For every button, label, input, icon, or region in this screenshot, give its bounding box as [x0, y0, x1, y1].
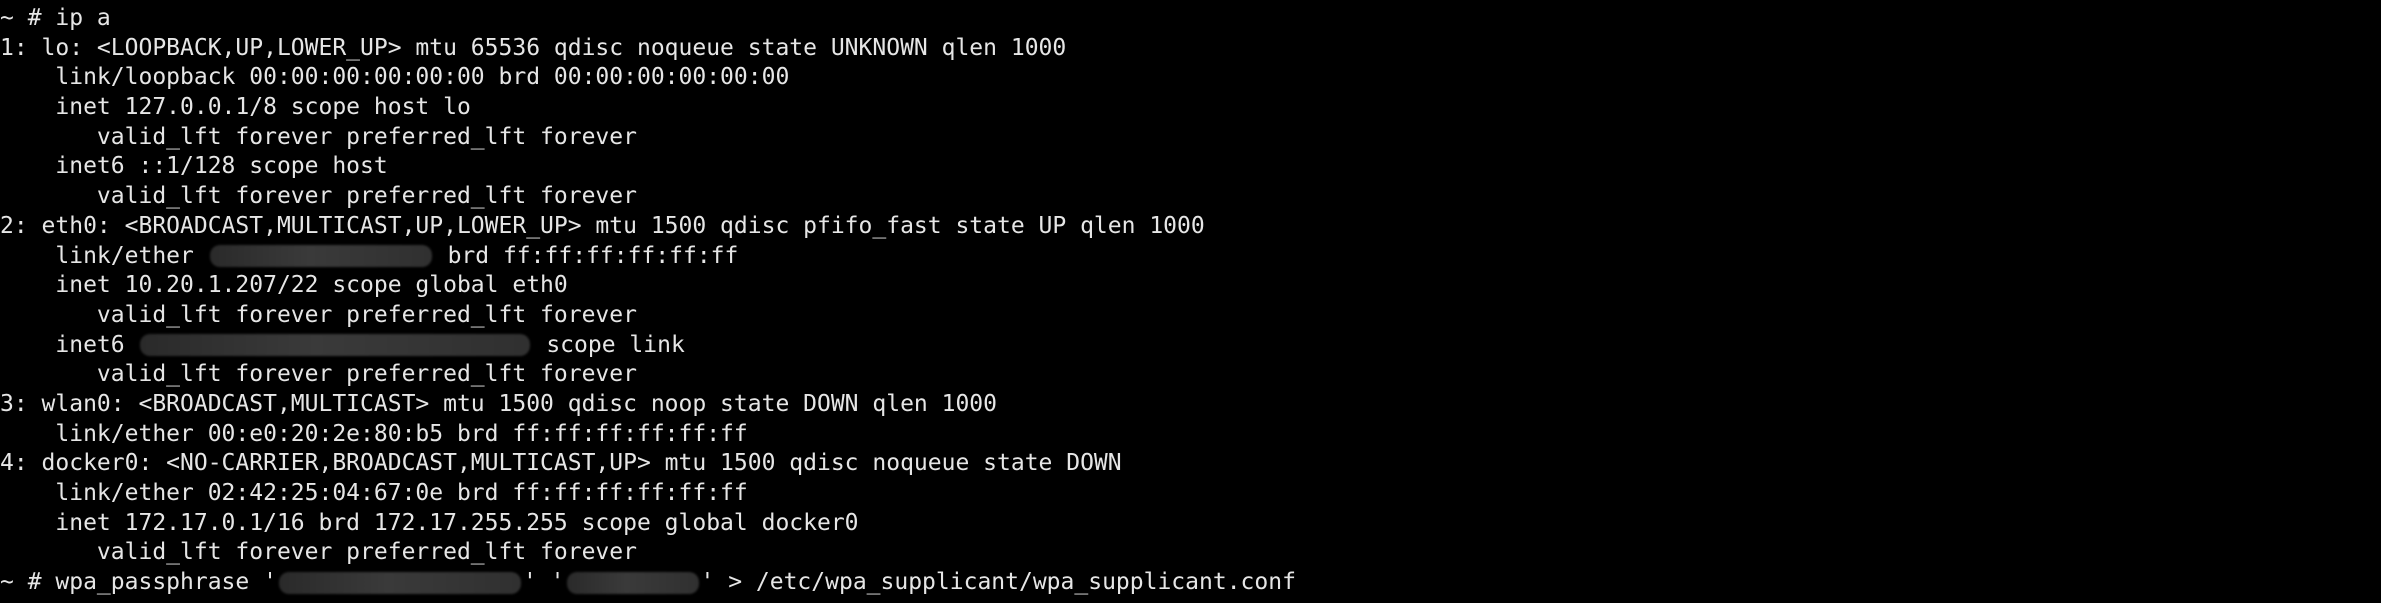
- command-text: ' > /etc/wpa_supplicant/wpa_supplicant.c…: [700, 569, 1296, 596]
- output-text: inet 10.20.1.207/22 scope global eth0: [0, 272, 568, 299]
- terminal-window[interactable]: ~ # ip a 1: lo: <LOOPBACK,UP,LOWER_UP> m…: [0, 0, 2381, 603]
- output-text: link/loopback 00:00:00:00:00:00 brd 00:0…: [0, 64, 790, 91]
- command-text: ~ # ip a: [0, 5, 111, 31]
- output-line: inet 127.0.0.1/8 scope host lo: [0, 93, 2381, 123]
- output-line: link/ether brd ff:ff:ff:ff:ff:ff: [0, 242, 2381, 272]
- output-line: valid_lft forever preferred_lft forever: [0, 538, 2381, 568]
- redacted-mac-address: [209, 245, 432, 268]
- output-line: 3: wlan0: <BROADCAST,MULTICAST> mtu 1500…: [0, 390, 2381, 420]
- output-line: inet6 ::1/128 scope host: [0, 152, 2381, 182]
- interface-header-docker0: 4: docker0: <NO-CARRIER,BROADCAST,MULTIC…: [0, 450, 1122, 477]
- interface-header-eth0: 2: eth0: <BROADCAST,MULTICAST,UP,LOWER_U…: [0, 212, 1205, 239]
- output-line: link/ether 02:42:25:04:67:0e brd ff:ff:f…: [0, 479, 2381, 509]
- output-text: valid_lft forever preferred_lft forever: [0, 301, 637, 328]
- redacted-passphrase: [566, 571, 699, 594]
- prompt-line: ~ # ip a: [0, 4, 2381, 34]
- output-line: valid_lft forever preferred_lft forever: [0, 182, 2381, 212]
- output-line: inet 10.20.1.207/22 scope global eth0: [0, 271, 2381, 301]
- output-line: inet 172.17.0.1/16 brd 172.17.255.255 sc…: [0, 509, 2381, 539]
- output-text: inet6: [0, 331, 139, 358]
- command-text: ' ': [522, 569, 565, 596]
- output-text: valid_lft forever preferred_lft forever: [0, 123, 637, 150]
- output-text: link/ether: [0, 242, 208, 269]
- output-text: inet 127.0.0.1/8 scope host lo: [0, 94, 471, 121]
- output-line: 4: docker0: <NO-CARRIER,BROADCAST,MULTIC…: [0, 449, 2381, 479]
- output-line: link/ether 00:e0:20:2e:80:b5 brd ff:ff:f…: [0, 420, 2381, 450]
- output-text: brd ff:ff:ff:ff:ff:ff: [433, 242, 739, 269]
- output-text: inet 172.17.0.1/16 brd 172.17.255.255 sc…: [0, 509, 859, 536]
- output-text: link/ether 00:e0:20:2e:80:b5 brd ff:ff:f…: [0, 420, 748, 447]
- interface-header-lo: 1: lo: <LOOPBACK,UP,LOWER_UP> mtu 65536 …: [0, 34, 1067, 61]
- output-text: valid_lft forever preferred_lft forever: [0, 361, 637, 388]
- output-text: link/ether 02:42:25:04:67:0e brd ff:ff:f…: [0, 480, 748, 506]
- output-text: scope link: [532, 331, 685, 358]
- output-line: valid_lft forever preferred_lft forever: [0, 360, 2381, 390]
- output-line: valid_lft forever preferred_lft forever: [0, 301, 2381, 331]
- redacted-ipv6-address: [140, 334, 531, 357]
- output-text: inet6 ::1/128 scope host: [0, 153, 388, 180]
- redacted-ssid: [278, 571, 521, 594]
- output-text: valid_lft forever preferred_lft forever: [0, 183, 637, 210]
- output-line: link/loopback 00:00:00:00:00:00 brd 00:0…: [0, 63, 2381, 93]
- output-text: valid_lft forever preferred_lft forever: [0, 539, 637, 566]
- prompt-line[interactable]: ~ # wpa_passphrase ' ' ' ' > /etc/wpa_supp…: [0, 568, 2381, 598]
- command-text: ~ # wpa_passphrase ': [0, 569, 277, 596]
- output-line: 2: eth0: <BROADCAST,MULTICAST,UP,LOWER_U…: [0, 212, 2381, 242]
- output-line: valid_lft forever preferred_lft forever: [0, 123, 2381, 153]
- output-line: 1: lo: <LOOPBACK,UP,LOWER_UP> mtu 65536 …: [0, 34, 2381, 64]
- interface-header-wlan0: 3: wlan0: <BROADCAST,MULTICAST> mtu 1500…: [0, 390, 997, 417]
- output-line: inet6 scope link: [0, 331, 2381, 361]
